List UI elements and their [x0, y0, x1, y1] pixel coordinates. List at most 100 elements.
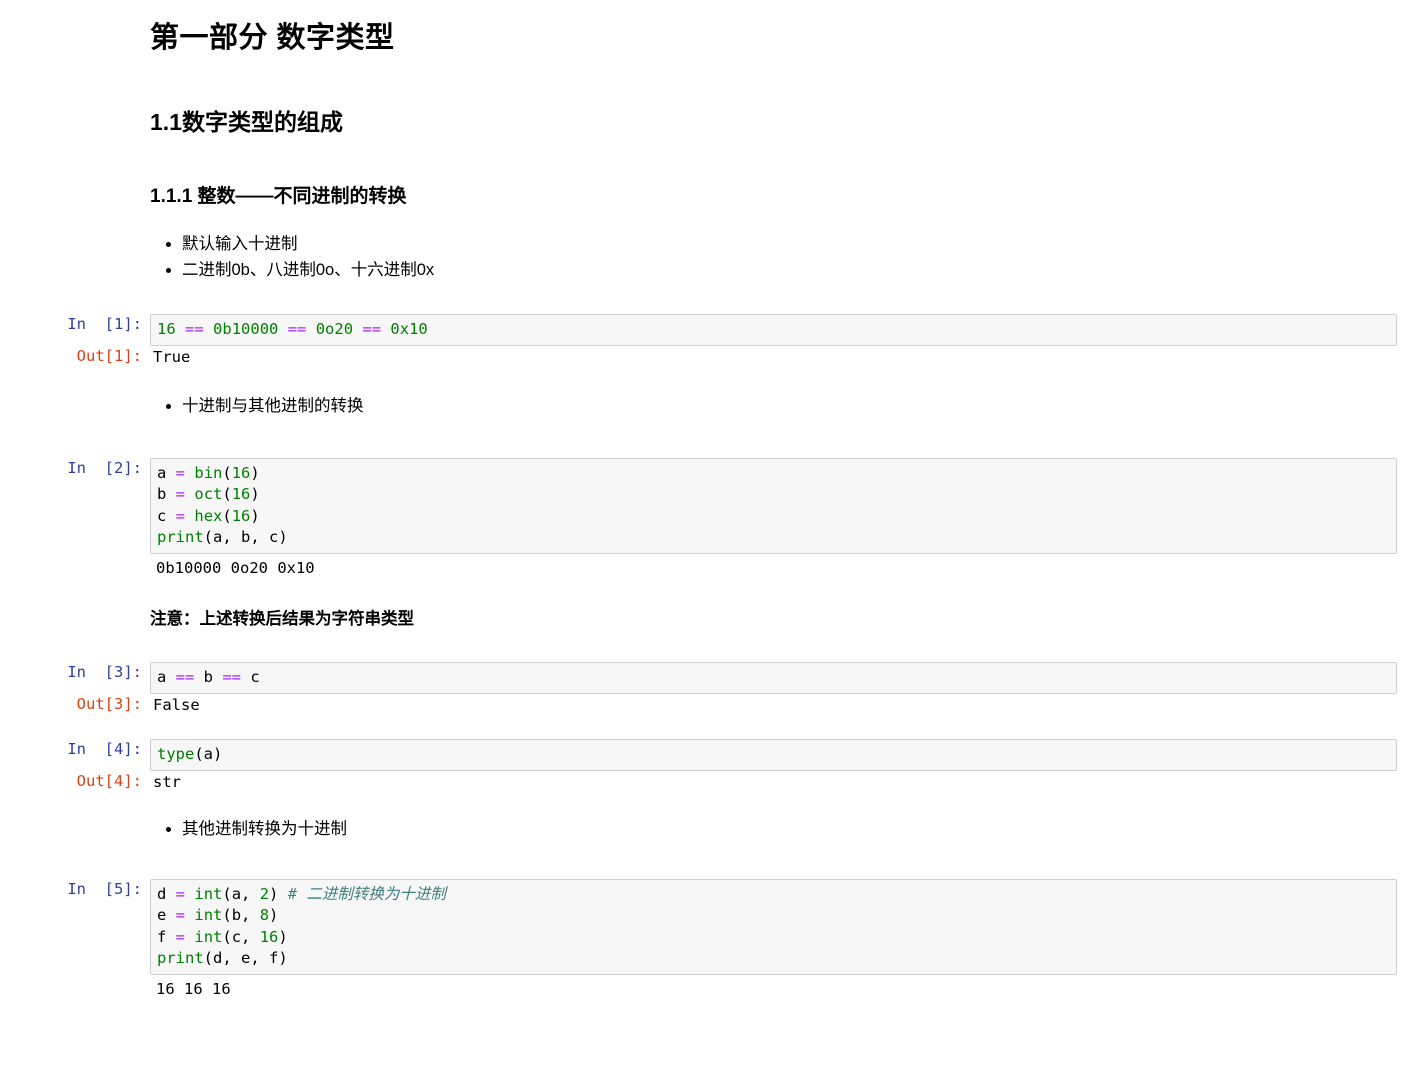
code-token: 0b10000 — [213, 320, 279, 339]
input-prompt-1: In [1]: — [67, 315, 142, 334]
code-token: b — [194, 668, 223, 687]
code-token: ) — [269, 906, 279, 925]
output-row-3: Out[3]: False — [0, 694, 1425, 718]
output-prompt-4: Out[4]: — [76, 771, 142, 790]
code-cell-5[interactable]: In [5]: d = int(a, 2) # 二进制转换为十进制 e = in… — [0, 878, 1425, 975]
list-item: 其他进制转换为十进制 — [182, 816, 1397, 843]
code-cell-2[interactable]: In [2]: a = bin(16) b = oct(16) c = hex(… — [0, 457, 1425, 554]
code-tokens-2: a = bin(16) b = oct(16) c = hex(16) prin… — [157, 464, 288, 547]
list-item: 二进制0b、八进制0o、十六进制0x — [182, 257, 1397, 284]
code-token: a — [157, 668, 176, 687]
stream-prompt-spacer-2 — [0, 554, 150, 584]
output-prompt-1: Out[1]: — [76, 346, 142, 365]
code-token: (b, — [222, 906, 260, 925]
code-token: f — [157, 927, 176, 946]
code-token: (c, — [222, 927, 260, 946]
markdown-cell-third-list[interactable]: 其他进制转换为十进制 — [0, 816, 1425, 843]
stream-output-row-2: 0b10000 0o20 0x10 — [0, 554, 1425, 584]
list-item: 十进制与其他进制的转换 — [182, 393, 1397, 420]
code-token: 16 — [231, 463, 251, 482]
code-token: == — [222, 668, 242, 687]
output-prompt-3: Out[3]: — [76, 694, 142, 713]
code-editor-1[interactable]: 16 == 0b10000 == 0o20 == 0x10 — [150, 314, 1397, 346]
stream-output-2: 0b10000 0o20 0x10 — [156, 558, 315, 577]
code-token: ( — [222, 485, 232, 504]
code-token: int — [194, 927, 223, 946]
code-token: ( — [222, 463, 232, 482]
code-editor-4[interactable]: type(a) — [150, 739, 1397, 771]
code-token: = — [175, 927, 186, 946]
input-prompt-2: In [2]: — [67, 458, 142, 477]
markdown-cell-title[interactable]: 第一部分 数字类型 1.1数字类型的组成 1.1.1 整数——不同进制的转换 默… — [0, 20, 1425, 284]
stream-prompt-spacer-5 — [0, 975, 150, 1005]
input-prompt-4: In [4]: — [67, 740, 142, 759]
markdown-cell-second-list[interactable]: 十进制与其他进制的转换 — [0, 393, 1425, 420]
code-tokens-1: 16 == 0b10000 == 0o20 == 0x10 — [157, 320, 428, 338]
code-token: 0o20 — [315, 320, 354, 339]
code-token: = — [175, 485, 186, 504]
code-editor-5[interactable]: d = int(a, 2) # 二进制转换为十进制 e = int(b, 8) … — [150, 878, 1397, 975]
output-row-1: Out[1]: True — [0, 346, 1425, 370]
code-token: (a) — [194, 745, 223, 764]
code-token: a — [157, 463, 176, 482]
section-heading-1-1: 1.1数字类型的组成 — [150, 109, 343, 136]
code-token: 16 — [231, 485, 251, 504]
code-token: == — [175, 668, 195, 687]
code-token: ) — [278, 927, 288, 946]
code-token: bin — [194, 463, 223, 482]
code-token: ) — [250, 463, 260, 482]
code-cell-4[interactable]: In [4]: type(a) — [0, 739, 1425, 771]
bullet-list-third: 其他进制转换为十进制 — [150, 816, 1397, 843]
note-string-type: 注意：上述转换后结果为字符串类型 — [150, 610, 414, 629]
code-token: ( — [222, 506, 232, 525]
code-token: (a, b, c) — [203, 528, 288, 547]
code-editor-3[interactable]: a == b == c — [150, 662, 1397, 694]
code-token: = — [175, 906, 186, 925]
bullet-list-first: 默认输入十进制 二进制0b、八进制0o、十六进制0x — [150, 231, 1397, 284]
code-token: ) — [250, 506, 260, 525]
code-token: e — [157, 906, 176, 925]
code-token: 2 — [259, 884, 270, 903]
code-token: c — [157, 506, 176, 525]
code-token: 8 — [259, 906, 270, 925]
markdown-cell-note[interactable]: 注意：上述转换后结果为字符串类型 — [0, 607, 1425, 632]
code-token: print — [157, 528, 204, 547]
code-token: # 二进制转换为十进制 — [287, 884, 446, 903]
code-cell-1[interactable]: In [1]: 16 == 0b10000 == 0o20 == 0x10 — [0, 314, 1425, 346]
output-value-4: str — [153, 772, 181, 791]
code-token: 0x10 — [390, 320, 428, 339]
list-item: 默认输入十进制 — [182, 231, 1397, 258]
code-token: == — [287, 320, 307, 339]
code-token: type — [157, 745, 195, 764]
code-token: == — [185, 320, 204, 339]
output-row-4: Out[4]: str — [0, 771, 1425, 795]
code-token: = — [175, 506, 186, 525]
code-token: = — [175, 463, 186, 482]
code-token: int — [194, 884, 223, 903]
output-value-1: True — [153, 347, 191, 366]
code-token: == — [362, 320, 382, 339]
code-cell-3[interactable]: In [3]: a == b == c — [0, 662, 1425, 694]
code-editor-2[interactable]: a = bin(16) b = oct(16) c = hex(16) prin… — [150, 457, 1397, 554]
code-token: b — [157, 485, 176, 504]
stream-output-5: 16 16 16 — [156, 979, 231, 998]
code-token: d — [157, 884, 176, 903]
code-token: = — [175, 884, 186, 903]
